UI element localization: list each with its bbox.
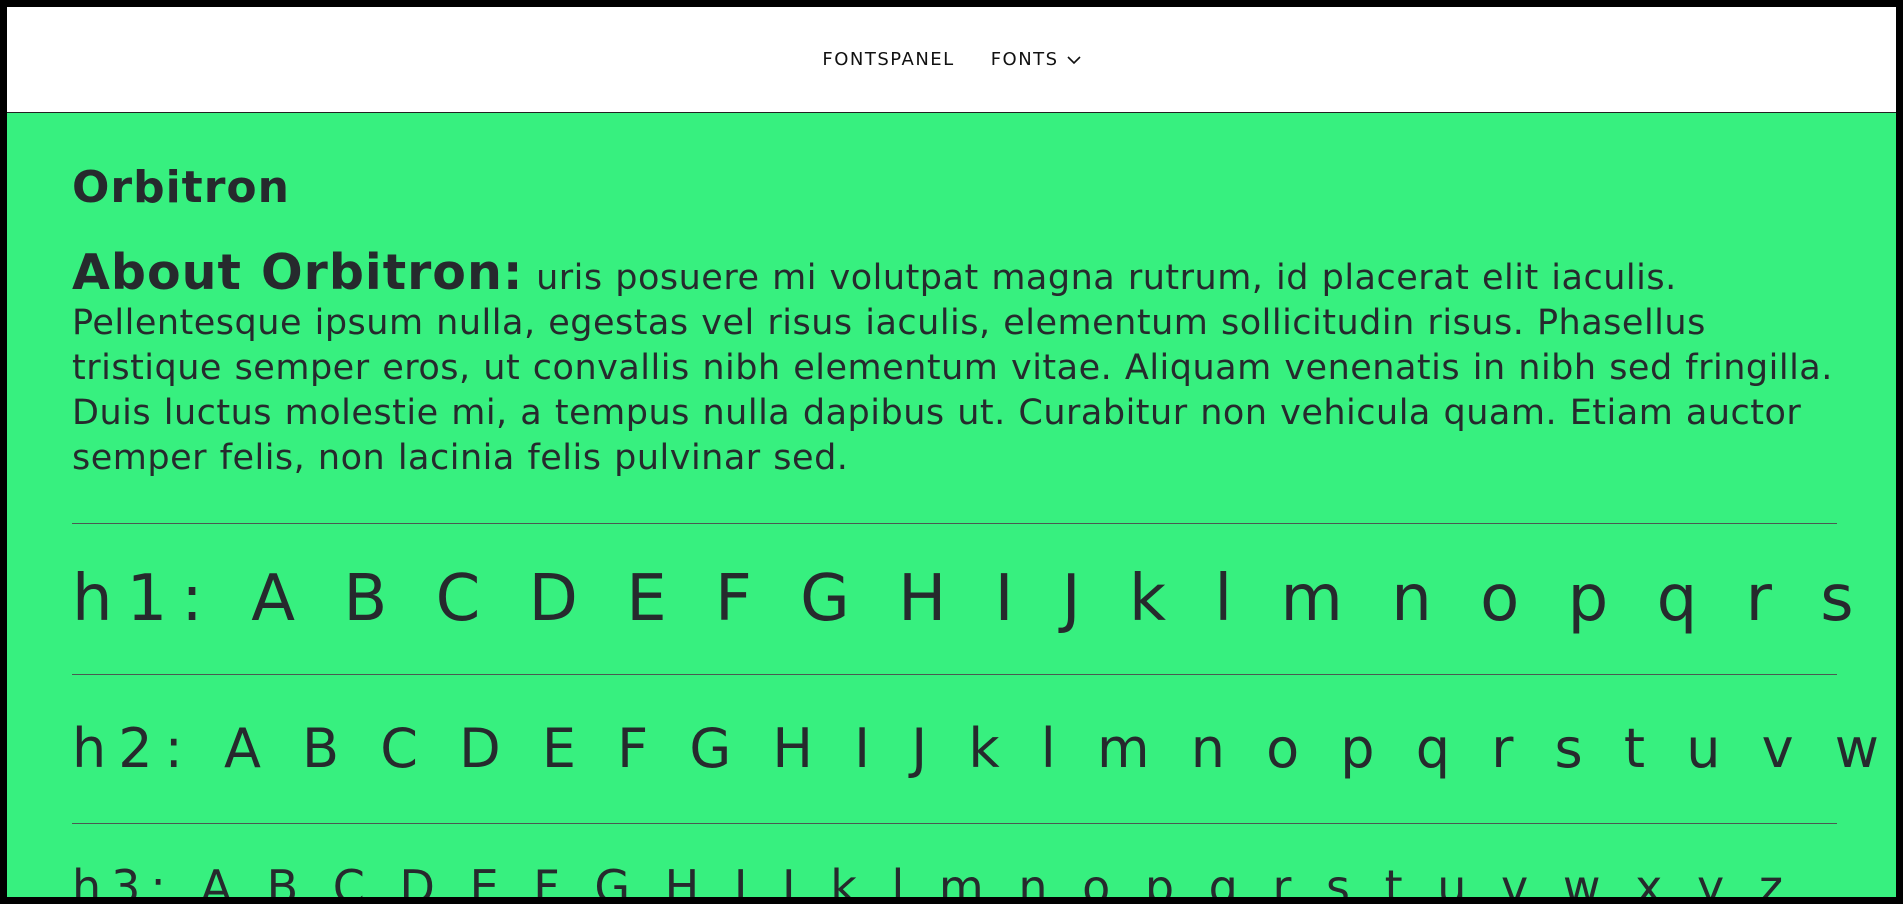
h1-specimen: h1: A B C D E F G H I J k l m n o p q r … [72,562,1896,636]
page-title: Orbitron [72,162,290,213]
h3-specimen: h3: A B C D E F G H I J k l m n o p q r … [72,860,1793,897]
divider [72,823,1837,824]
nav-fonts-label: FONTS [990,49,1059,70]
top-navbar: FONTSPANEL FONTS [7,7,1896,113]
font-preview-content: Orbitron About Orbitron: uris posuere mi… [72,113,1896,897]
about-label: About Orbitron: [72,244,524,301]
nav-fontspanel-link[interactable]: FONTSPANEL [822,49,954,70]
nav-fonts-dropdown[interactable]: FONTS [991,49,1081,70]
chevron-down-icon [1067,55,1081,64]
h2-specimen: h2: A B C D E F G H I J k l m n o p q r … [72,717,1896,780]
nav-fontspanel-label: FONTSPANEL [822,49,955,70]
about-paragraph: About Orbitron: uris posuere mi volutpat… [72,248,1837,481]
browser-viewport: FONTSPANEL FONTS Orbitron About Orbitron… [7,7,1896,897]
